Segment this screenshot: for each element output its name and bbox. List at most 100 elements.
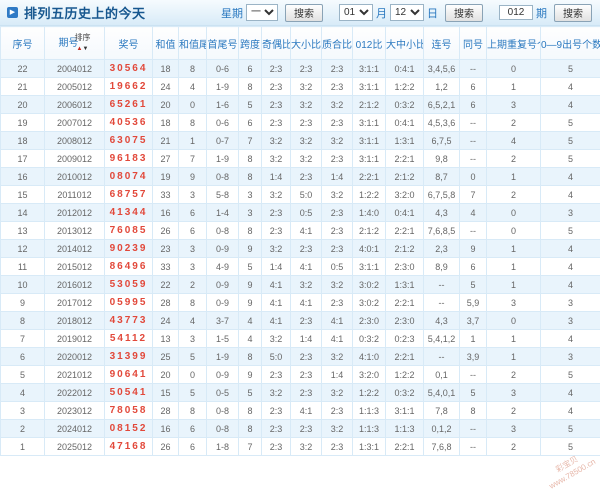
col-header-sum-tail: 和值尾 — [179, 27, 207, 60]
cell-digit-count: 4 — [541, 96, 600, 114]
cell-seq: 11 — [1, 258, 45, 276]
cell-big-mid-small: 2:2:1 — [386, 348, 424, 366]
cell-digit-count: 3 — [541, 312, 600, 330]
cell-first-last: 1-8 — [207, 438, 239, 456]
cell-prize: 63075 — [105, 132, 153, 150]
cell-seq: 16 — [1, 168, 45, 186]
cell-odd-even: 2:3 — [262, 366, 291, 384]
cell-seq: 18 — [1, 132, 45, 150]
cell-big-small: 4:1 — [291, 258, 322, 276]
month-select[interactable]: 01 — [339, 4, 373, 21]
cell-span: 8 — [239, 150, 262, 168]
cell-digit-count: 4 — [541, 240, 600, 258]
cell-seq: 20 — [1, 96, 45, 114]
filter-bar: 星期 一 搜索 01 月 12 日 搜索 期 搜索 — [221, 4, 592, 22]
week-select[interactable]: 一 — [246, 4, 278, 21]
cell-consecutive: -- — [424, 294, 460, 312]
cell-seq: 21 — [1, 78, 45, 96]
issue-input[interactable] — [499, 5, 533, 20]
cell-digit-count: 5 — [541, 438, 600, 456]
week-search-button[interactable]: 搜索 — [285, 4, 323, 22]
issue-search-button[interactable]: 搜索 — [554, 4, 592, 22]
cell-issue: 2006012 — [45, 96, 105, 114]
cell-012-ratio: 3:1:1 — [353, 150, 386, 168]
cell-same: 3,9 — [460, 348, 487, 366]
cell-consecutive: 4,5,3,6 — [424, 114, 460, 132]
cell-issue: 2021012 — [45, 366, 105, 384]
cell-issue: 2010012 — [45, 168, 105, 186]
cell-first-last: 3-7 — [207, 312, 239, 330]
cell-sum-tail: 8 — [179, 114, 207, 132]
cell-same: -- — [460, 150, 487, 168]
cell-012-ratio: 1:2:2 — [353, 384, 386, 402]
table-row: 172009012961832771-983:23:22:33:1:12:2:1… — [1, 150, 600, 168]
table-row: 132013012760852660-882:34:12:32:1:22:2:1… — [1, 222, 600, 240]
cell-big-mid-small: 0:3:2 — [386, 96, 424, 114]
cell-consecutive: 2,3 — [424, 240, 460, 258]
cell-prize: 54112 — [105, 330, 153, 348]
cell-sum: 18 — [153, 60, 179, 78]
cell-digit-count: 4 — [541, 78, 600, 96]
cell-big-mid-small: 0:4:1 — [386, 60, 424, 78]
cell-repeat-count: 1 — [487, 78, 541, 96]
cell-seq: 6 — [1, 348, 45, 366]
col-header-012-ratio: 012比 — [353, 27, 386, 60]
cell-span: 3 — [239, 204, 262, 222]
cell-span: 8 — [239, 420, 262, 438]
issue-sort-control[interactable]: 排序▲▼ — [75, 34, 91, 53]
cell-012-ratio: 1:1:3 — [353, 420, 386, 438]
cell-odd-even: 5:0 — [262, 348, 291, 366]
cell-big-mid-small: 2:2:1 — [386, 294, 424, 312]
cell-first-last: 0-6 — [207, 114, 239, 132]
cell-big-small: 3:2 — [291, 96, 322, 114]
date-search-button[interactable]: 搜索 — [445, 4, 483, 22]
cell-consecutive: 6,7,5,8 — [424, 186, 460, 204]
cell-first-last: 0-5 — [207, 384, 239, 402]
cell-first-last: 5-8 — [207, 186, 239, 204]
cell-first-last: 1-4 — [207, 204, 239, 222]
cell-issue: 2020012 — [45, 348, 105, 366]
cell-big-mid-small: 1:3:1 — [386, 132, 424, 150]
cell-prize: 40536 — [105, 114, 153, 132]
cell-issue: 2015012 — [45, 258, 105, 276]
cell-consecutive: 0,1 — [424, 366, 460, 384]
day-select[interactable]: 12 — [390, 4, 424, 21]
cell-digit-count: 3 — [541, 204, 600, 222]
sort-desc-icon[interactable]: ▼ — [83, 46, 89, 52]
cell-012-ratio: 2:1:2 — [353, 222, 386, 240]
cell-sum-tail: 5 — [179, 348, 207, 366]
cell-consecutive: 3,4,5,6 — [424, 60, 460, 78]
cell-big-mid-small: 1:2:2 — [386, 78, 424, 96]
table-row: 192007012405361880-662:32:32:33:1:10:4:1… — [1, 114, 600, 132]
cell-first-last: 1-5 — [207, 330, 239, 348]
cell-consecutive: -- — [424, 276, 460, 294]
cell-prime-composite: 3:2 — [322, 132, 353, 150]
cell-big-small: 2:3 — [291, 240, 322, 258]
cell-prime-composite: 4:1 — [322, 312, 353, 330]
cell-prime-composite: 2:3 — [322, 204, 353, 222]
cell-odd-even: 2:3 — [262, 114, 291, 132]
col-header-prime-composite: 质合比 — [322, 27, 353, 60]
cell-span: 5 — [239, 258, 262, 276]
cell-issue: 2011012 — [45, 186, 105, 204]
table-row: 202006012652612001-652:33:23:22:1:20:3:2… — [1, 96, 600, 114]
cell-sum-tail: 7 — [179, 150, 207, 168]
table-row: 12025012471682661-872:33:22:31:3:12:2:17… — [1, 438, 600, 456]
cell-012-ratio: 4:0:1 — [353, 240, 386, 258]
cell-big-small: 2:3 — [291, 366, 322, 384]
cell-big-mid-small: 0:2:3 — [386, 330, 424, 348]
cell-consecutive: 4,3 — [424, 312, 460, 330]
cell-odd-even: 3:2 — [262, 132, 291, 150]
cell-seq: 3 — [1, 402, 45, 420]
cell-sum: 33 — [153, 186, 179, 204]
cell-consecutive: 8,7 — [424, 168, 460, 186]
table-row: 82018012437732443-744:12:34:12:3:02:3:04… — [1, 312, 600, 330]
cell-same: 8 — [460, 402, 487, 420]
cell-span: 8 — [239, 168, 262, 186]
cell-012-ratio: 3:0:2 — [353, 276, 386, 294]
cell-digit-count: 4 — [541, 402, 600, 420]
col-header-issue-label: 期号 — [59, 37, 70, 50]
cell-odd-even: 2:3 — [262, 438, 291, 456]
cell-digit-count: 4 — [541, 186, 600, 204]
cell-digit-count: 5 — [541, 114, 600, 132]
